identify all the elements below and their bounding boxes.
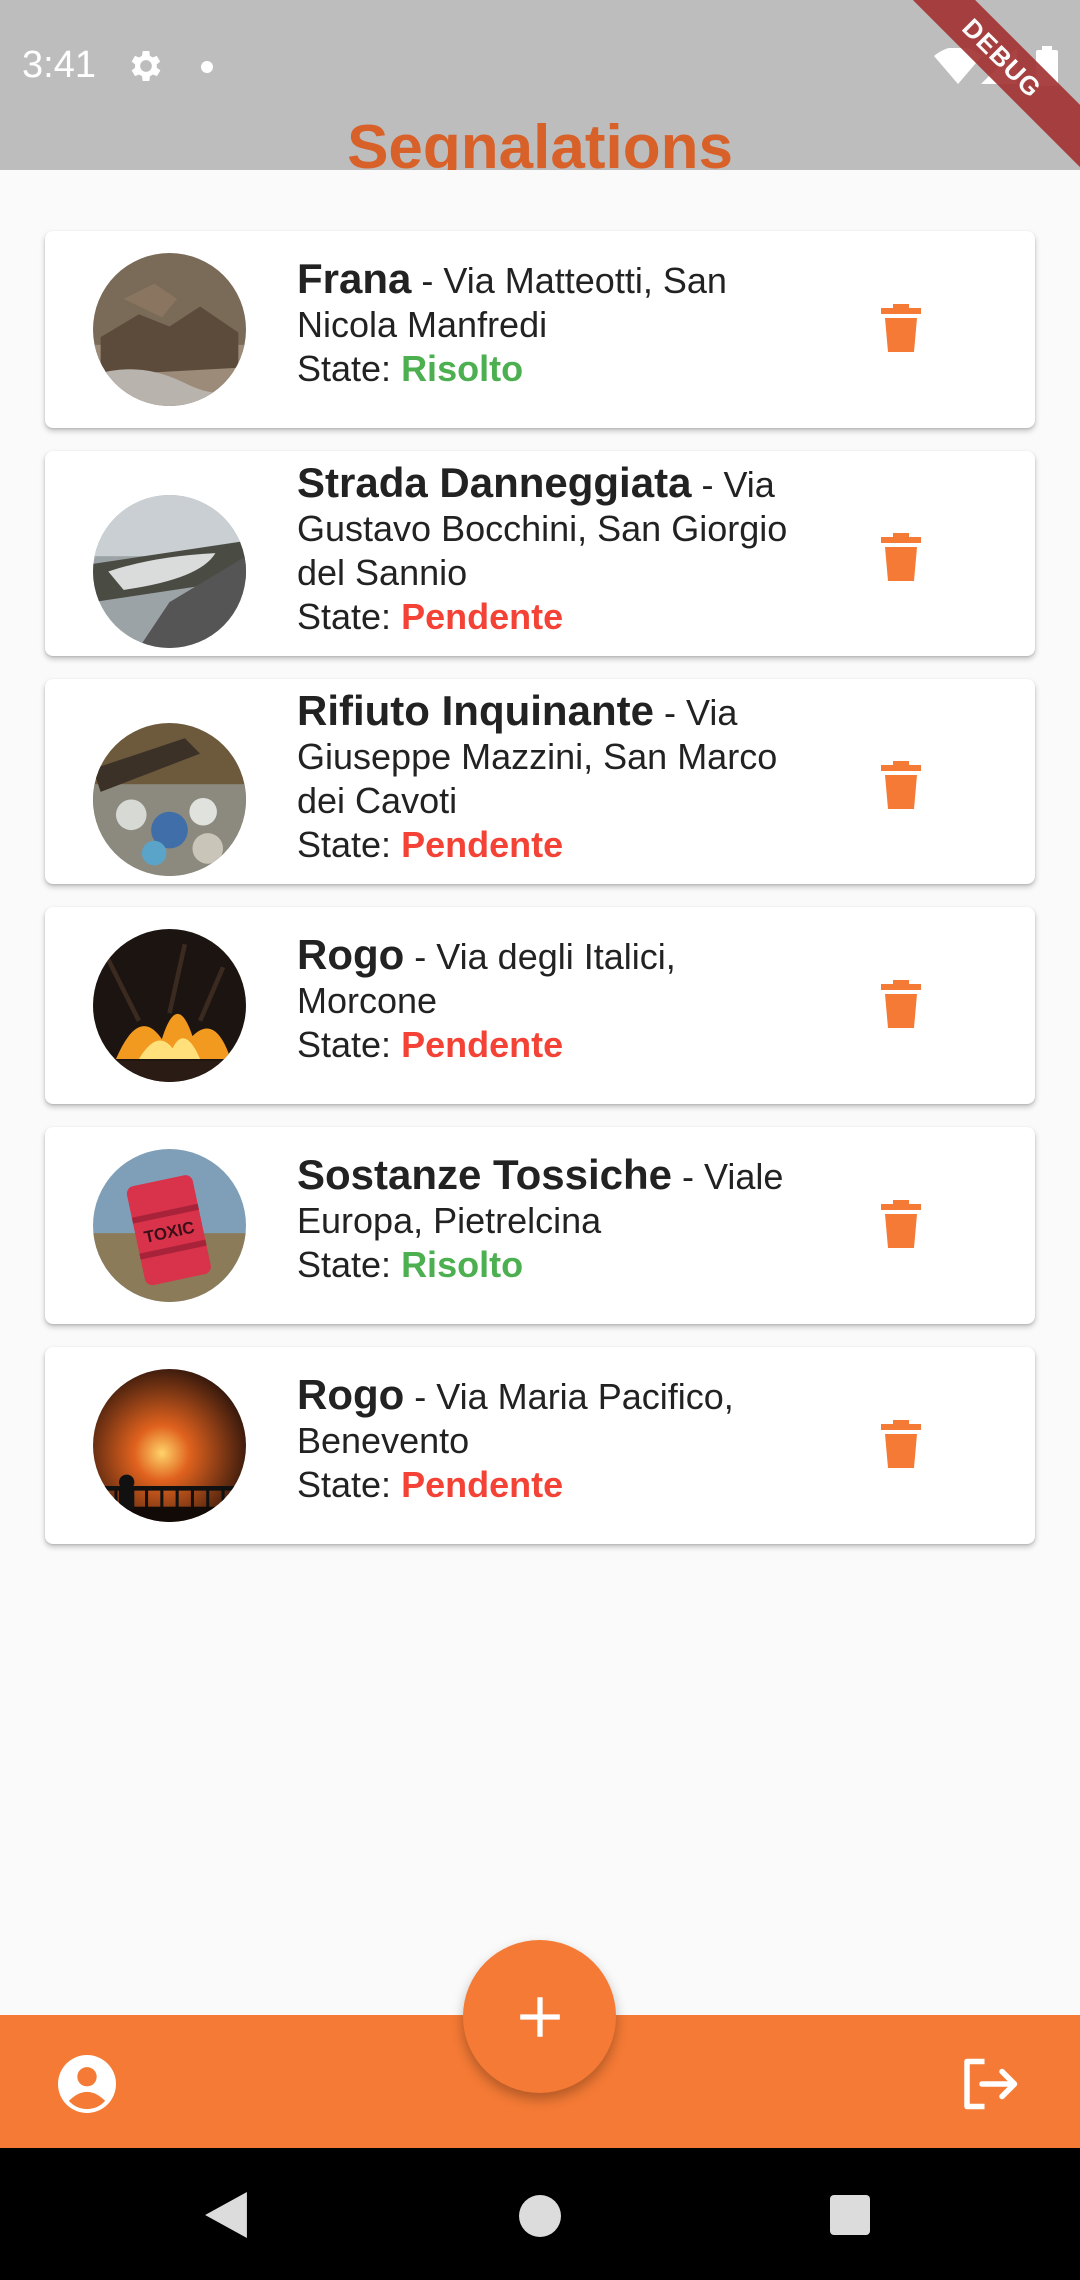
report-card[interactable]: Frana - Via Matteotti, San Nicola Manfre… [45, 231, 1035, 428]
report-card[interactable]: Strada Danneggiata - Via Gustavo Bocchin… [45, 451, 1035, 656]
trash-icon[interactable] [881, 1200, 921, 1248]
state-label: State: [297, 824, 402, 865]
plus-icon [519, 1996, 560, 2037]
report-title: Rogo [297, 1371, 405, 1418]
report-card[interactable]: Rogo - Via Maria Pacifico, Benevento Sta… [45, 1347, 1035, 1544]
trash-icon[interactable] [881, 1420, 921, 1468]
report-state: Pendente [401, 824, 564, 865]
report-text: Rogo - Via Maria Pacifico, Benevento Sta… [297, 1373, 797, 1507]
report-separator: - [411, 260, 444, 301]
trash-icon[interactable] [881, 980, 921, 1028]
report-text: Sostanze Tossiche - Viale Europa, Pietre… [297, 1153, 797, 1287]
report-state: Pendente [401, 596, 564, 637]
report-card[interactable]: Rogo - Via degli Italici, Morcone State:… [45, 907, 1035, 1104]
trash-icon[interactable] [881, 533, 921, 581]
report-text: Rogo - Via degli Italici, Morcone State:… [297, 933, 797, 1067]
report-title: Rogo [297, 931, 405, 978]
app-bar: Segnalations DEBUG [0, 0, 1080, 170]
garbage-photo [93, 723, 246, 876]
report-card[interactable]: TOXIC Sostanze Tossiche - Viale Europa, … [45, 1127, 1035, 1324]
report-separator: - [404, 936, 437, 977]
home-circle-icon[interactable] [519, 2195, 561, 2237]
report-title: Rifiuto Inquinante [297, 687, 654, 734]
night-fire-photo [93, 1369, 246, 1522]
fire-photo [93, 929, 246, 1082]
report-text: Rifiuto Inquinante - Via Giuseppe Mazzin… [297, 689, 797, 867]
debris-photo [93, 253, 246, 406]
report-text: Frana - Via Matteotti, San Nicola Manfre… [297, 257, 797, 391]
state-label: State: [297, 348, 402, 389]
report-text: Strada Danneggiata - Via Gustavo Bocchin… [297, 461, 797, 639]
report-separator: - [672, 1156, 705, 1197]
report-title: Frana [297, 255, 412, 302]
state-label: State: [297, 1244, 402, 1285]
report-state: Pendente [401, 1024, 564, 1065]
state-label: State: [297, 1024, 402, 1065]
report-title: Sostanze Tossiche [297, 1151, 673, 1198]
report-title: Strada Danneggiata [297, 459, 692, 506]
report-separator: - [653, 692, 686, 733]
recents-square-icon[interactable] [830, 2195, 870, 2235]
account-circle-icon[interactable] [58, 2055, 116, 2113]
trash-icon[interactable] [881, 304, 921, 352]
report-separator: - [691, 464, 724, 505]
state-label: State: [297, 1464, 402, 1505]
page-title: Segnalations [347, 113, 733, 170]
report-state: Risolto [401, 348, 524, 389]
report-separator: - [404, 1376, 437, 1417]
state-label: State: [297, 596, 402, 637]
damaged-road-photo [93, 495, 246, 648]
report-card[interactable]: Rifiuto Inquinante - Via Giuseppe Mazzin… [45, 679, 1035, 884]
trash-icon[interactable] [881, 761, 921, 809]
toxic-barrel-photo: TOXIC [93, 1149, 246, 1302]
report-state: Pendente [401, 1464, 564, 1505]
logout-icon[interactable] [962, 2056, 1022, 2112]
add-report-button[interactable] [463, 1940, 616, 2093]
report-state: Risolto [401, 1244, 524, 1285]
back-triangle-icon[interactable] [204, 2192, 248, 2238]
